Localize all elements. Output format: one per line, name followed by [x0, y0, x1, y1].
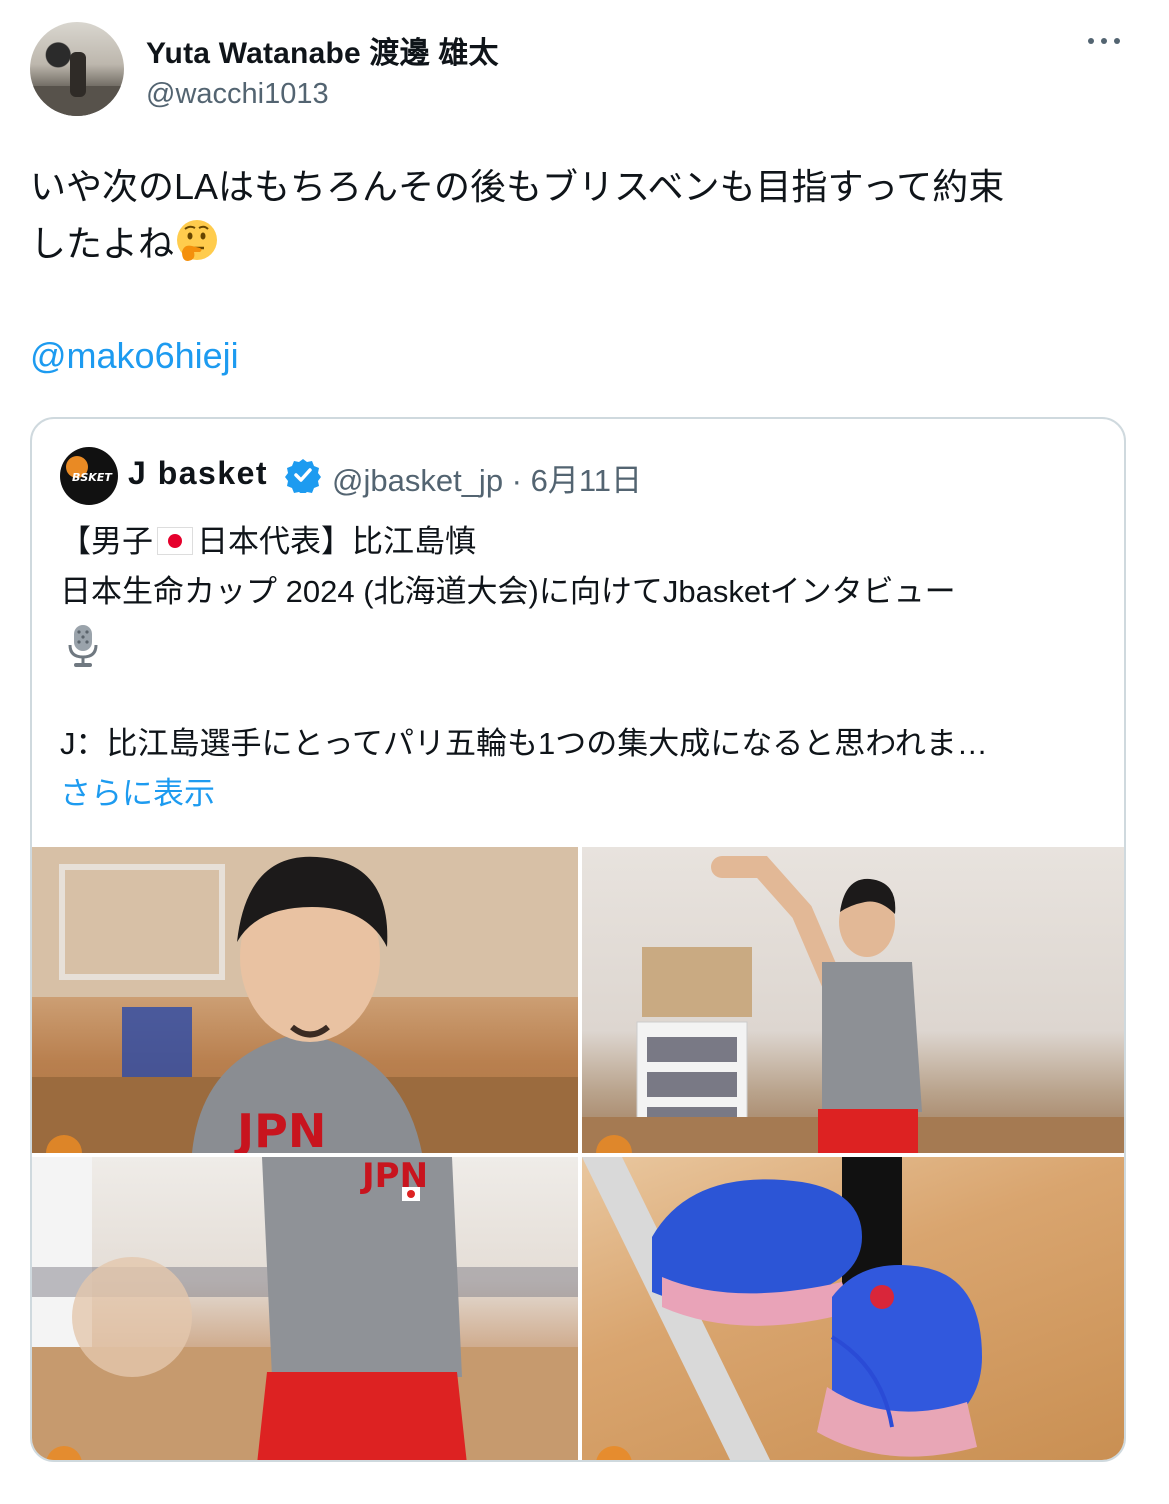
author-avatar[interactable]	[30, 22, 124, 116]
verified-badge-icon	[285, 459, 321, 493]
photo-3-scene: JPN	[32, 1157, 578, 1460]
quoted-author-avatar[interactable]: BSKET	[60, 447, 118, 505]
quoted-line-2: 日本生命カップ 2024 (北海道大会)に向けてJbasketインタビュー	[60, 574, 956, 609]
quoted-author-name[interactable]: J basket	[128, 455, 268, 492]
photo-1-scene: JPN	[32, 847, 578, 1153]
show-more-link[interactable]: さらに表示	[60, 769, 1100, 819]
mention-link[interactable]: @mako6hieji	[30, 335, 239, 377]
author-handle[interactable]: @wacchi1013	[146, 78, 329, 111]
quoted-line-3	[60, 623, 1100, 669]
author-display-name[interactable]: Yuta Watanabe 渡邊 雄太	[146, 28, 499, 72]
quoted-line-1-a: 【男子	[60, 524, 153, 559]
more-options-icon[interactable]	[1088, 38, 1120, 44]
microphone-icon	[68, 625, 98, 667]
photo-grid: JPN JPN	[32, 847, 1124, 1460]
svg-text:JPN: JPN	[234, 1104, 326, 1153]
photo-2[interactable]	[582, 847, 1124, 1153]
tweet-line-2-text: したよね	[30, 223, 175, 264]
tweet-text: いや次のLAはもちろんその後もブリスベンも目指すって約束 したよね	[30, 158, 1140, 272]
quoted-line-1-b: 日本代表】比江島慎	[197, 524, 476, 559]
quoted-handle-date: @jbasket_jp · 6月11日	[332, 463, 643, 498]
photo-4-scene	[582, 1157, 982, 1460]
quoted-line-1: 【男子 日本代表】比江島慎	[60, 517, 1100, 567]
quoted-tweet-text: 【男子 日本代表】比江島慎 日本生命カップ 2024 (北海道大会)に向けてJba…	[60, 517, 1100, 819]
photo-4[interactable]	[582, 1157, 1124, 1460]
photo-1[interactable]: JPN	[32, 847, 578, 1153]
photo-2-scene	[582, 856, 1124, 1153]
quoted-line-4: J：比江島選手にとってパリ五輪も1つの集大成になると思われま…	[60, 726, 988, 761]
thinking-face-icon	[177, 220, 218, 261]
avatar-logo-mark: BSKET	[72, 471, 112, 484]
quoted-line-blank	[60, 669, 1100, 719]
avatar-figure	[70, 52, 86, 97]
photo-3[interactable]: JPN	[32, 1157, 578, 1460]
japan-flag-icon	[157, 527, 193, 555]
tweet-line-2: したよね	[30, 215, 1140, 272]
quoted-tweet-card[interactable]: BSKET J basket @jbasket_jp · 6月11日 【男子日本…	[30, 417, 1126, 1462]
tweet-line-1: いや次のLAはもちろんその後もブリスベンも目指すって約束	[30, 166, 1005, 207]
